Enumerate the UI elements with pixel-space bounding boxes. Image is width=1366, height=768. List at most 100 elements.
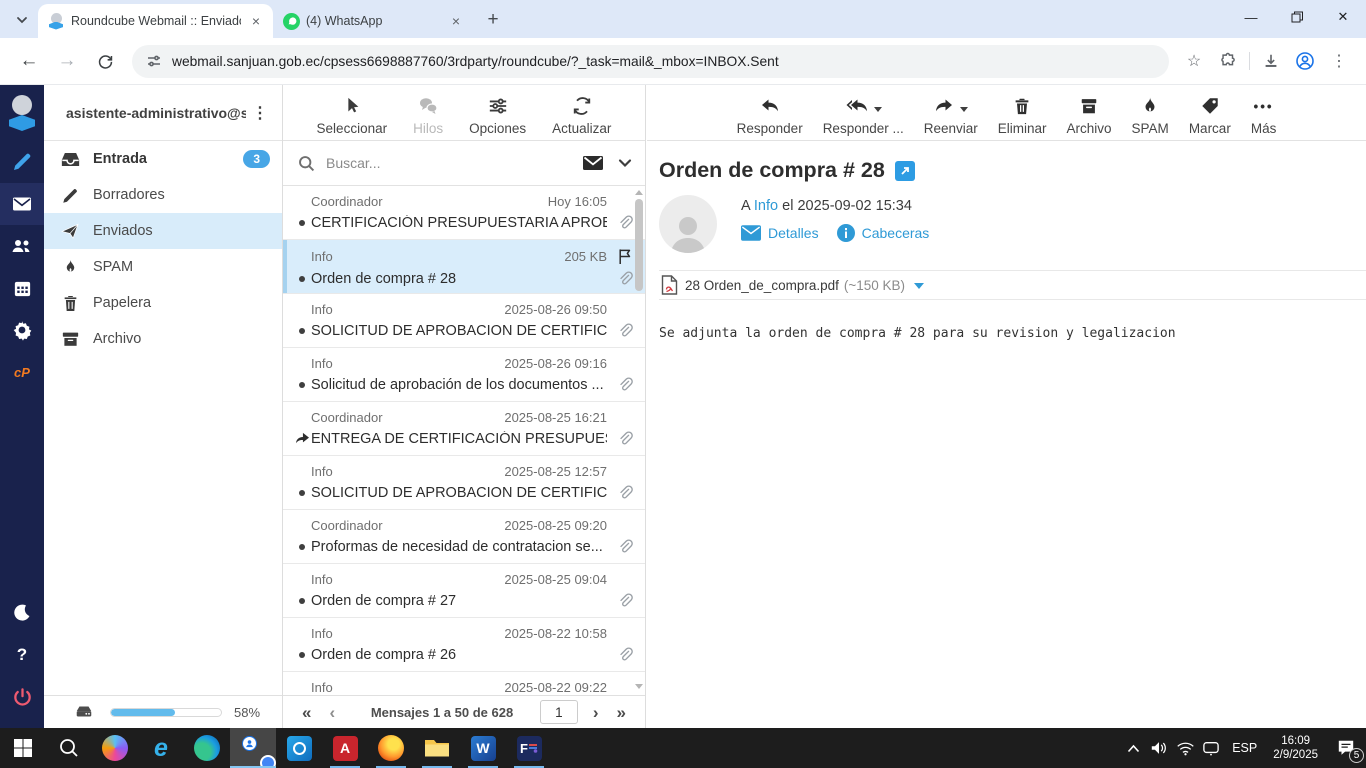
taskbar-search-icon[interactable] xyxy=(46,728,92,768)
message-row[interactable]: Info 2025-08-25 12:57 SOLICITUD DE APROBAC… xyxy=(283,456,645,510)
delete-button[interactable]: Eliminar xyxy=(998,93,1047,136)
folder-item-spam[interactable]: SPAM xyxy=(44,249,282,285)
refresh-button[interactable]: Actualizar xyxy=(552,93,611,136)
outlook-icon[interactable] xyxy=(276,728,322,768)
cast-icon[interactable] xyxy=(1198,728,1224,768)
logout-power-icon[interactable] xyxy=(0,676,44,718)
acrobat-icon[interactable]: A xyxy=(322,728,368,768)
message-row[interactable]: Coordinador Hoy 16:05 CERTIFICACIÓN PRESUP… xyxy=(283,186,645,240)
mail-icon[interactable] xyxy=(0,183,44,225)
forward-icon[interactable]: → xyxy=(51,45,83,77)
message-row[interactable]: Coordinador 2025-08-25 09:20 Proformas de … xyxy=(283,510,645,564)
cpanel-icon[interactable]: cP xyxy=(0,351,44,393)
firefox-icon[interactable] xyxy=(368,728,414,768)
tab-close-icon[interactable]: × xyxy=(447,12,465,30)
file-explorer-icon[interactable] xyxy=(414,728,460,768)
edge-icon[interactable] xyxy=(184,728,230,768)
folder-item-archivo[interactable]: Archivo xyxy=(44,321,282,357)
scroll-up-icon[interactable] xyxy=(634,188,644,196)
forward-button[interactable]: Reenviar xyxy=(924,93,978,136)
volume-icon[interactable] xyxy=(1146,728,1172,768)
roundcube-logo[interactable] xyxy=(0,93,44,133)
threads-button[interactable]: Hilos xyxy=(413,93,443,136)
compose-icon[interactable] xyxy=(0,141,44,183)
word-icon[interactable]: W xyxy=(460,728,506,768)
tray-chevron-up-icon[interactable] xyxy=(1120,728,1146,768)
new-tab-button[interactable]: + xyxy=(479,6,507,34)
folder-item-entrada[interactable]: Entrada 3 xyxy=(44,141,282,177)
restore-button[interactable] xyxy=(1274,0,1320,34)
chrome-icon[interactable] xyxy=(230,728,276,768)
message-row[interactable]: Info 2025-08-26 09:50 SOLICITUD DE APROBAC… xyxy=(283,294,645,348)
attachment-row[interactable]: 28 Orden_de_compra.pdf (~150 KB) xyxy=(659,270,1366,300)
mark-button[interactable]: Marcar xyxy=(1189,93,1231,136)
more-button[interactable]: ••• Más xyxy=(1251,93,1277,137)
help-icon[interactable]: ? xyxy=(0,634,44,676)
tab-search-button[interactable] xyxy=(8,6,36,34)
message-row[interactable]: Info 2025-08-22 10:58 Orden de compra # 26 xyxy=(283,618,645,672)
account-header[interactable]: asistente-administrativo@sa... ⋮ xyxy=(44,85,282,141)
reply-button[interactable]: Responder xyxy=(737,93,803,136)
folder-item-enviados[interactable]: Enviados xyxy=(44,213,282,249)
browser-tab-roundcube[interactable]: Roundcube Webmail :: Enviados × xyxy=(38,4,273,38)
scrollbar[interactable] xyxy=(632,186,645,695)
forward-caret-icon[interactable] xyxy=(960,106,969,116)
bookmark-star-icon[interactable]: ☆ xyxy=(1179,46,1209,76)
contacts-icon[interactable] xyxy=(0,225,44,267)
notification-center-icon[interactable]: 5 xyxy=(1326,728,1366,768)
last-page-icon[interactable]: » xyxy=(608,704,635,721)
attachment-menu-caret-icon[interactable] xyxy=(914,282,925,294)
copilot-icon[interactable] xyxy=(92,728,138,768)
folder-item-borradores[interactable]: Borradores xyxy=(44,177,282,213)
flag-icon[interactable] xyxy=(618,248,633,265)
open-in-new-window-icon[interactable] xyxy=(894,160,915,181)
search-input[interactable] xyxy=(326,155,581,171)
archive-box-icon xyxy=(62,332,78,346)
attachment-name[interactable]: 28 Orden_de_compra.pdf xyxy=(685,278,839,293)
account-menu-icon[interactable]: ⋮ xyxy=(246,103,274,123)
url-field[interactable]: webmail.sanjuan.gob.ec/cpsess6698887760/… xyxy=(132,44,1169,78)
fes-app-icon[interactable]: F xyxy=(506,728,552,768)
message-row[interactable]: Info 2025-08-25 09:04 Orden de compra # 27 xyxy=(283,564,645,618)
browser-tab-whatsapp[interactable]: (4) WhatsApp × xyxy=(273,4,473,38)
reply-all-caret-icon[interactable] xyxy=(873,106,882,116)
scroll-down-icon[interactable] xyxy=(634,683,644,691)
wifi-icon[interactable] xyxy=(1172,728,1198,768)
back-icon[interactable]: ← xyxy=(13,45,45,77)
close-button[interactable]: ✕ xyxy=(1320,0,1366,34)
archive-button[interactable]: Archivo xyxy=(1067,93,1112,136)
taskbar-clock[interactable]: 16:09 2/9/2025 xyxy=(1265,734,1326,762)
message-row[interactable]: Info 2025-08-22 09:22 xyxy=(283,672,645,695)
message-row[interactable]: Coordinador 2025-08-25 16:21 ENTREGA DE CE… xyxy=(283,402,645,456)
headers-button[interactable]: Cabeceras xyxy=(836,224,929,242)
page-number-input[interactable] xyxy=(539,700,578,724)
dark-mode-moon-icon[interactable] xyxy=(0,592,44,634)
spam-button[interactable]: SPAM xyxy=(1132,93,1169,136)
details-button[interactable]: Detalles xyxy=(741,225,819,241)
select-button[interactable]: Seleccionar xyxy=(317,93,387,136)
scrollbar-thumb[interactable] xyxy=(635,199,643,291)
settings-gear-icon[interactable] xyxy=(0,309,44,351)
search-options-chevron-icon[interactable] xyxy=(617,155,633,171)
browser-menu-icon[interactable]: ⋮ xyxy=(1324,46,1354,76)
start-button[interactable] xyxy=(0,728,46,768)
next-page-icon[interactable]: › xyxy=(584,704,608,721)
message-row[interactable]: Info 205 KB Orden de compra # 28 xyxy=(283,240,645,294)
message-row[interactable]: Info 2025-08-26 09:16 Solicitud de aprobac… xyxy=(283,348,645,402)
minimize-button[interactable]: — xyxy=(1228,0,1274,34)
prev-page-icon[interactable]: ‹ xyxy=(320,704,344,721)
reply-all-button[interactable]: Responder ... xyxy=(823,93,904,136)
options-button[interactable]: Opciones xyxy=(469,93,526,136)
tab-close-icon[interactable]: × xyxy=(247,12,265,30)
downloads-icon[interactable] xyxy=(1256,46,1286,76)
search-scope-mail-icon[interactable] xyxy=(581,151,605,175)
recipient-link[interactable]: Info xyxy=(754,198,778,214)
internet-explorer-icon[interactable]: e xyxy=(138,728,184,768)
calendar-icon[interactable] xyxy=(0,267,44,309)
extensions-icon[interactable] xyxy=(1213,46,1243,76)
reload-icon[interactable] xyxy=(89,45,121,77)
profile-icon[interactable] xyxy=(1290,46,1320,76)
keyboard-language[interactable]: ESP xyxy=(1224,741,1265,755)
first-page-icon[interactable]: « xyxy=(293,704,320,721)
folder-item-papelera[interactable]: Papelera xyxy=(44,285,282,321)
